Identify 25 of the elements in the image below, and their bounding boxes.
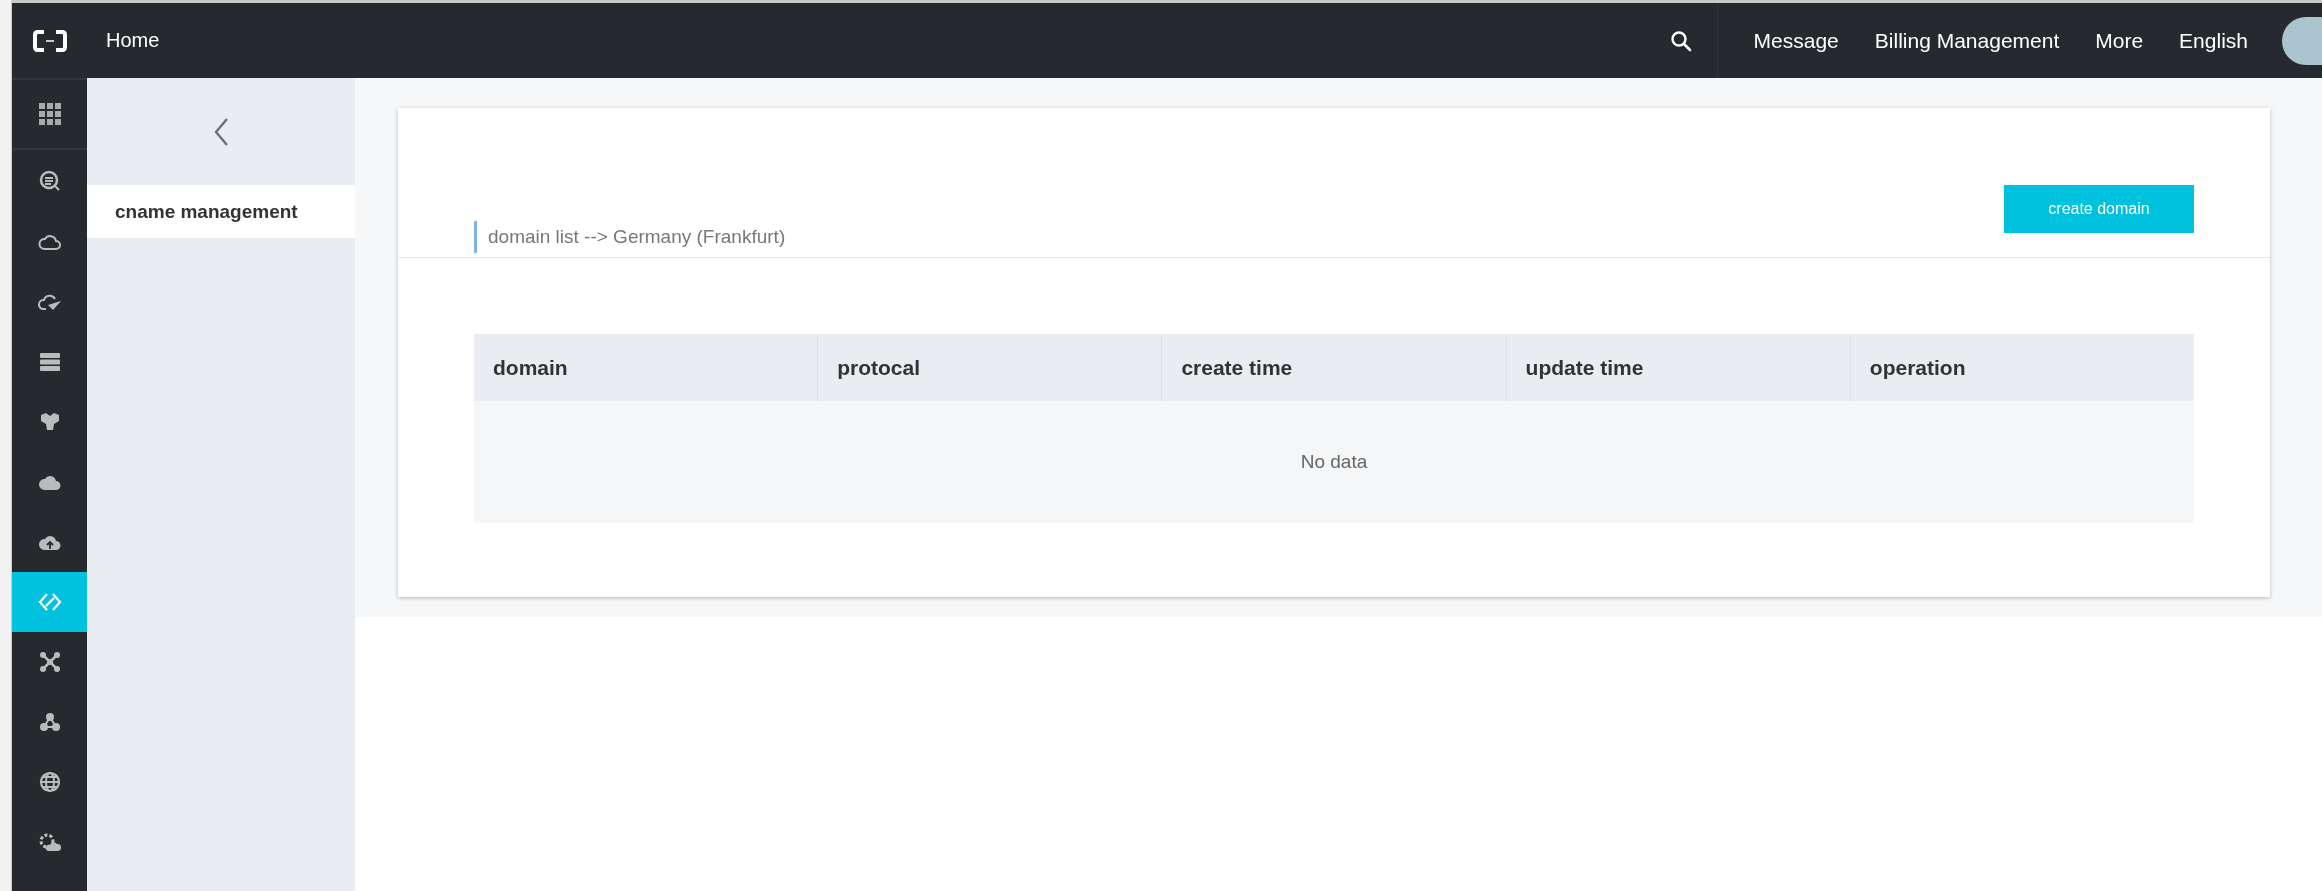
gear-cloud-icon [37,832,62,852]
server-icon [38,352,61,372]
hexagon-cluster-icon [38,412,61,432]
side-menu-item[interactable]: cname management [87,185,355,238]
network-cross-icon [38,651,61,673]
chevron-left-icon[interactable] [213,116,229,147]
top-nav-link[interactable]: English [2179,28,2248,53]
cloud-upload-icon [37,533,62,551]
search-icon[interactable] [1669,29,1692,52]
column-header: domain [492,354,569,381]
home-link[interactable]: Home [106,29,160,52]
globe-icon [38,771,61,793]
search-document-icon [38,170,61,192]
nodes-icon [38,712,61,732]
logo-icon[interactable] [32,29,67,52]
avatar-icon[interactable] [2282,16,2322,65]
section-heading: domain list --> Germany (Frankfurt) [474,221,786,253]
top-nav-link[interactable]: Billing Management [1874,28,2060,53]
grid-icon[interactable] [38,103,61,125]
cloud-network-icon [37,473,62,491]
top-nav-link[interactable]: Message [1753,28,1839,53]
empty-message: No data [1300,451,1368,473]
cloud-icon [37,233,62,251]
top-nav-link[interactable]: More [2095,28,2144,53]
cloud-plane-icon [37,293,62,311]
